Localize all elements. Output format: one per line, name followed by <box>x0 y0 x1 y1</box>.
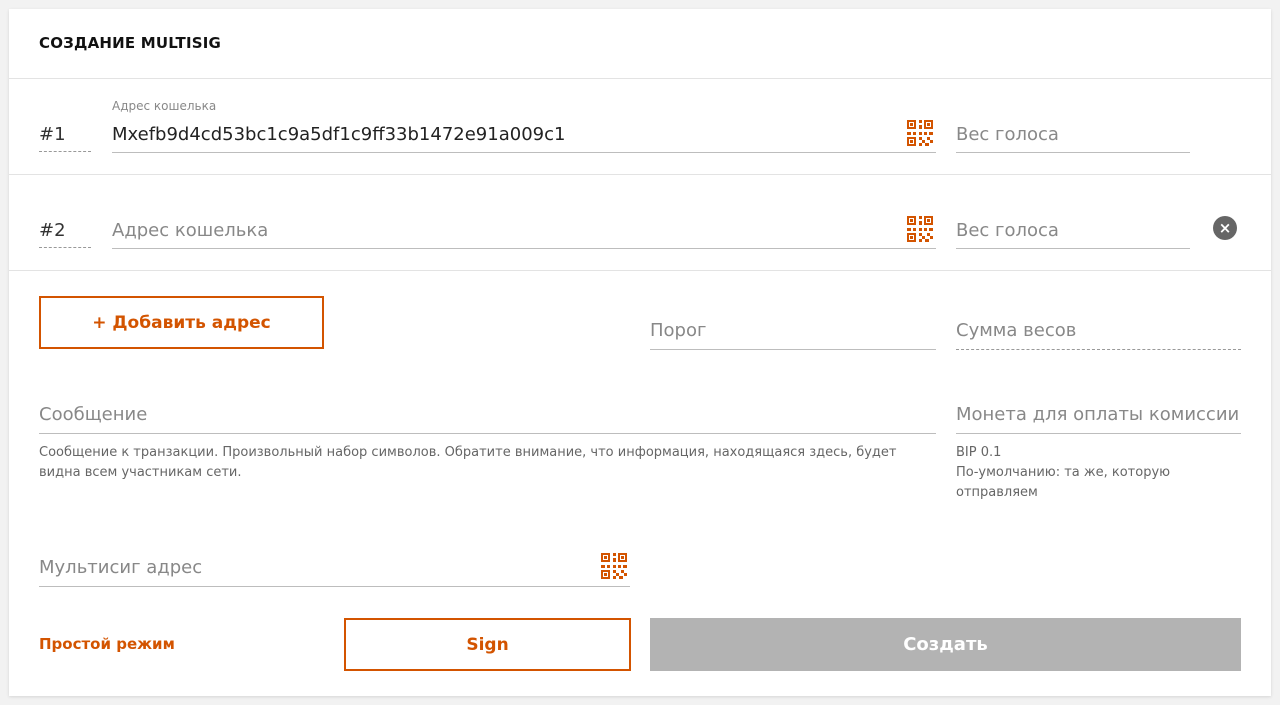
vote-weight-placeholder: Вес голоса <box>956 220 1059 241</box>
row-number: #1 <box>39 119 91 152</box>
wallet-address-field-1[interactable]: Mxefb9d4cd53bc1c9a5df1c9ff33b1472e91a009… <box>112 119 936 153</box>
vote-weight-field-2[interactable]: Вес голоса <box>956 215 1190 249</box>
divider <box>9 174 1271 175</box>
fee-coin-field[interactable]: Монета для оплаты комиссии <box>956 399 1241 434</box>
vote-weight-field-1[interactable]: Вес голоса <box>956 119 1190 153</box>
divider <box>9 270 1271 271</box>
threshold-placeholder: Порог <box>650 320 707 341</box>
remove-row-close-icon[interactable]: × <box>1213 216 1237 240</box>
page-title: СОЗДАНИЕ MULTISIG <box>39 34 222 52</box>
fee-coin-label: Монета для оплаты комиссии <box>956 404 1240 425</box>
address-label: Адрес кошелька <box>112 99 217 113</box>
wallet-address-value: Mxefb9d4cd53bc1c9a5df1c9ff33b1472e91a009… <box>112 124 566 145</box>
wallet-address-placeholder: Адрес кошелька <box>112 220 269 241</box>
sign-button[interactable]: Sign <box>344 618 631 671</box>
fee-coin-value: BIP 0.1 <box>956 445 1002 460</box>
qr-code-icon[interactable] <box>600 552 628 580</box>
fee-coin-hint: По-умолчанию: та же, которую отправляем <box>956 465 1171 500</box>
multisig-card: СОЗДАНИЕ MULTISIG #1 Адрес кошелька Mxef… <box>9 9 1271 696</box>
simple-mode-link[interactable]: Простой режим <box>39 635 175 653</box>
add-address-button[interactable]: + Добавить адрес <box>39 296 324 349</box>
message-field[interactable]: Сообщение <box>39 399 936 434</box>
message-hint: Сообщение к транзакции. Произвольный наб… <box>39 445 897 480</box>
weights-sum-field: Сумма весов <box>956 315 1241 350</box>
wallet-address-field-2[interactable]: Адрес кошелька <box>112 215 936 249</box>
multisig-address-placeholder: Мультисиг адрес <box>39 557 203 578</box>
divider <box>9 78 1271 79</box>
weights-sum-placeholder: Сумма весов <box>956 320 1077 341</box>
qr-code-icon[interactable] <box>906 215 934 243</box>
create-button[interactable]: Создать <box>650 618 1241 671</box>
vote-weight-placeholder: Вес голоса <box>956 124 1059 145</box>
message-placeholder: Сообщение <box>39 404 148 425</box>
row-number: #2 <box>39 215 91 248</box>
qr-code-icon[interactable] <box>906 119 934 147</box>
multisig-address-field[interactable]: Мультисиг адрес <box>39 552 630 587</box>
threshold-field[interactable]: Порог <box>650 315 936 350</box>
